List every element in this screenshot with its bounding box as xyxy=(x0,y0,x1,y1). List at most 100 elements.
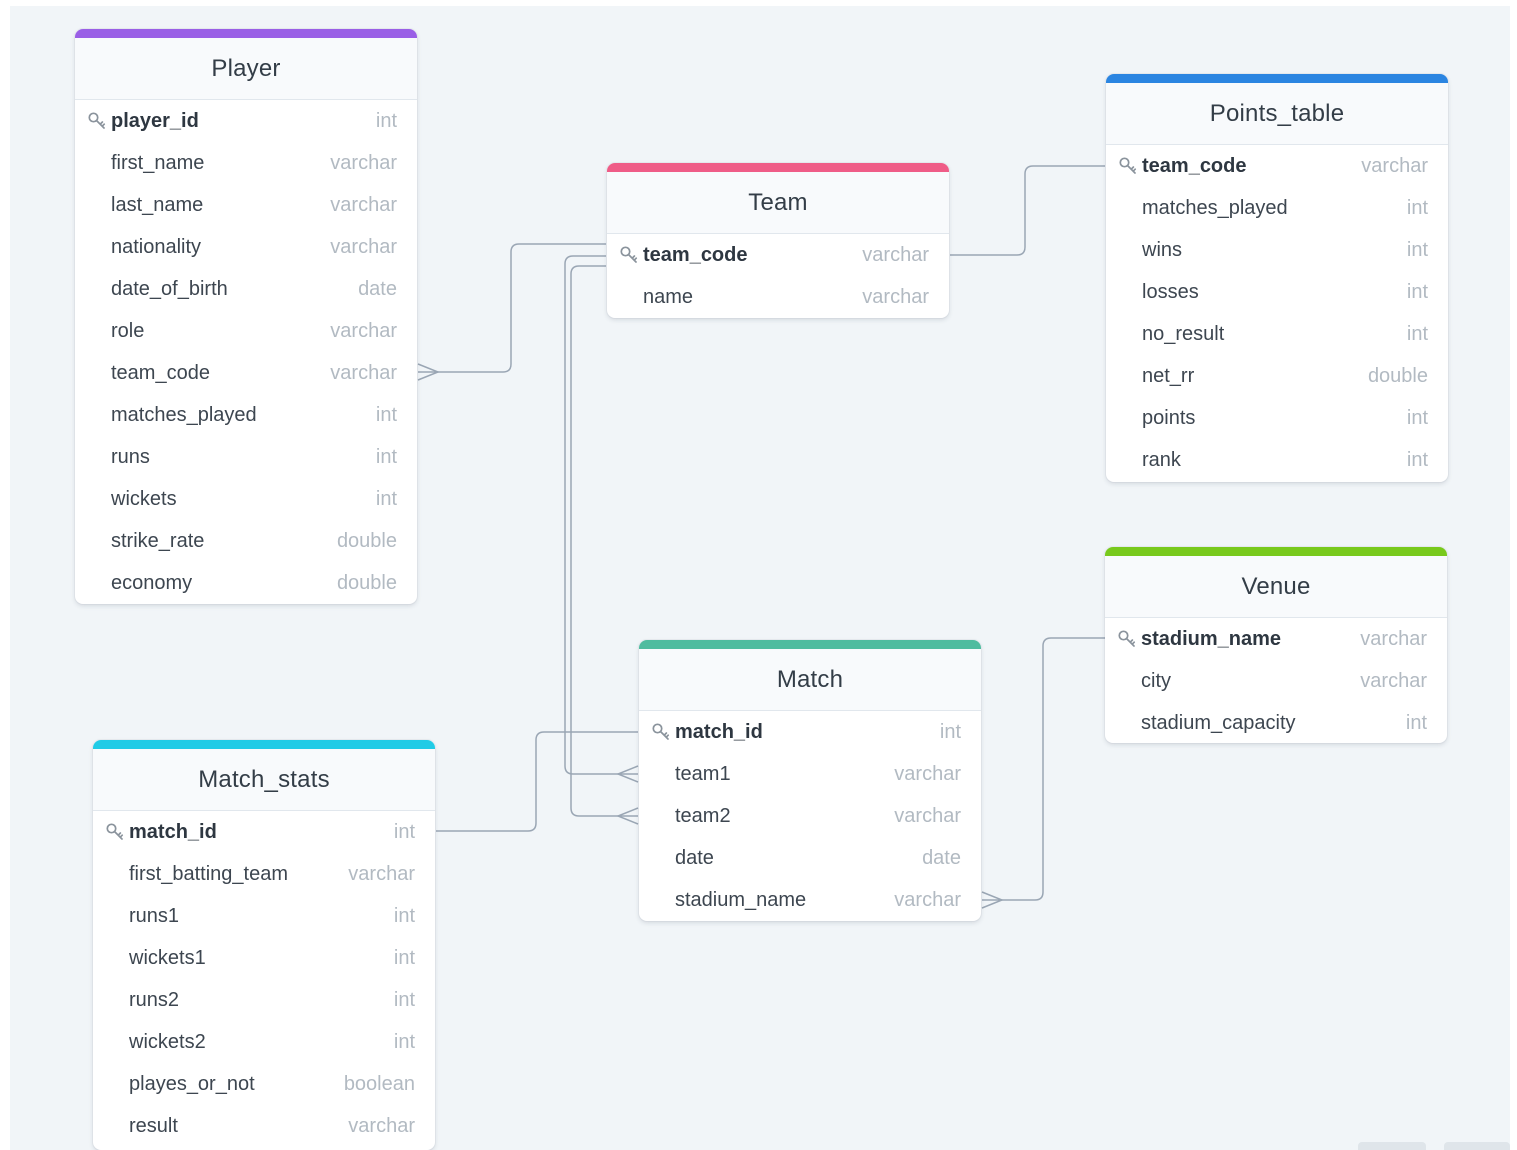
field-type: int xyxy=(393,947,415,969)
field-type: int xyxy=(375,488,397,510)
field-row-date-of-birth[interactable]: date_of_birth date xyxy=(75,268,417,310)
table-color-bar xyxy=(93,740,435,749)
field-row-runs1[interactable]: runs1 int xyxy=(93,895,435,937)
table-title[interactable]: Player xyxy=(75,38,417,100)
field-row-stadium-name[interactable]: stadium_name varchar xyxy=(1105,618,1447,660)
field-row-name[interactable]: name varchar xyxy=(607,276,949,318)
field-type: int xyxy=(375,446,397,468)
field-name: net_rr xyxy=(1142,365,1195,387)
field-type: int xyxy=(375,404,397,426)
field-type: varchar xyxy=(330,320,397,342)
field-row-result[interactable]: result varchar xyxy=(93,1105,435,1147)
field-name: losses xyxy=(1142,281,1199,303)
field-row-wickets[interactable]: wickets int xyxy=(75,478,417,520)
field-row-team-code[interactable]: team_code varchar xyxy=(75,352,417,394)
field-type: varchar xyxy=(330,362,397,384)
field-name: date_of_birth xyxy=(111,278,228,300)
field-row-stadium-capacity[interactable]: stadium_capacity int xyxy=(1105,702,1447,743)
field-list: match_id int team1 varchar team2 varchar date d… xyxy=(639,711,981,921)
table-title[interactable]: Team xyxy=(607,172,949,234)
canvas-control-tab[interactable] xyxy=(1358,1142,1426,1150)
field-row-first-name[interactable]: first_name varchar xyxy=(75,142,417,184)
field-row-rank[interactable]: rank int xyxy=(1106,439,1448,481)
field-row-stadium-name[interactable]: stadium_name varchar xyxy=(639,879,981,921)
field-row-team-code[interactable]: team_code varchar xyxy=(607,234,949,276)
table-title[interactable]: Venue xyxy=(1105,556,1447,618)
field-row-net-rr[interactable]: net_rr double xyxy=(1106,355,1448,397)
field-name: match_id xyxy=(675,721,763,743)
table-title[interactable]: Points_table xyxy=(1106,83,1448,145)
field-row-wins[interactable]: wins int xyxy=(1106,229,1448,271)
field-row-no-result[interactable]: no_result int xyxy=(1106,313,1448,355)
field-name: stadium_name xyxy=(1141,628,1282,650)
table-team[interactable]: Team team_code varchar name varchar xyxy=(607,163,949,318)
field-type: varchar xyxy=(894,889,961,911)
table-color-bar xyxy=(607,163,949,172)
field-name: nationality xyxy=(111,236,202,258)
field-list: match_id int first_batting_team varchar runs… xyxy=(93,811,435,1147)
field-row-wickets1[interactable]: wickets1 int xyxy=(93,937,435,979)
relation-match-team1[interactable] xyxy=(564,255,638,775)
field-type: varchar xyxy=(330,236,397,258)
field-row-wickets2[interactable]: wickets2 int xyxy=(93,1021,435,1063)
field-type: int xyxy=(393,821,415,843)
relation-match-venue[interactable] xyxy=(982,637,1105,901)
field-row-economy[interactable]: economy double xyxy=(75,562,417,604)
field-row-runs[interactable]: runs int xyxy=(75,436,417,478)
key-icon xyxy=(1118,156,1138,176)
canvas-control-tab[interactable] xyxy=(1444,1142,1510,1150)
field-type: varchar xyxy=(894,763,961,785)
table-title[interactable]: Match xyxy=(639,649,981,711)
field-type: int xyxy=(1406,449,1428,471)
field-name: first_batting_team xyxy=(129,863,288,885)
field-name: name xyxy=(643,286,694,308)
table-title[interactable]: Match_stats xyxy=(93,749,435,811)
table-venue[interactable]: Venue stadium_name varchar city varchar stad… xyxy=(1105,547,1447,743)
field-name: stadium_name xyxy=(675,889,807,911)
field-name: wickets1 xyxy=(129,947,206,969)
field-row-city[interactable]: city varchar xyxy=(1105,660,1447,702)
field-type: date xyxy=(358,278,397,300)
field-row-losses[interactable]: losses int xyxy=(1106,271,1448,313)
relation-match-team2[interactable] xyxy=(570,265,638,817)
field-row-strike-rate[interactable]: strike_rate double xyxy=(75,520,417,562)
field-name: team_code xyxy=(111,362,210,384)
field-name: team1 xyxy=(675,763,731,785)
field-row-matches-played[interactable]: matches_played int xyxy=(1106,187,1448,229)
field-row-playes-or-not[interactable]: playes_or_not boolean xyxy=(93,1063,435,1105)
field-name: wickets xyxy=(111,488,177,510)
key-icon xyxy=(1117,629,1137,649)
field-row-runs2[interactable]: runs2 int xyxy=(93,979,435,1021)
field-type: int xyxy=(393,1031,415,1053)
table-player[interactable]: Player player_id int first_name varchar last… xyxy=(75,29,417,604)
field-row-last-name[interactable]: last_name varchar xyxy=(75,184,417,226)
field-row-team1[interactable]: team1 varchar xyxy=(639,753,981,795)
relation-player-team[interactable] xyxy=(418,243,606,373)
field-list: team_code varchar matches_played int wins int… xyxy=(1106,145,1448,481)
field-row-role[interactable]: role varchar xyxy=(75,310,417,352)
field-row-team2[interactable]: team2 varchar xyxy=(639,795,981,837)
table-match-stats[interactable]: Match_stats match_id int first_batting_tea… xyxy=(93,740,435,1150)
field-name: stadium_capacity xyxy=(1141,712,1296,734)
field-row-date[interactable]: date date xyxy=(639,837,981,879)
field-row-points[interactable]: points int xyxy=(1106,397,1448,439)
field-type: int xyxy=(1406,407,1428,429)
field-type: double xyxy=(336,530,397,552)
field-list: player_id int first_name varchar last_name va… xyxy=(75,100,417,604)
field-row-match-id[interactable]: match_id int xyxy=(639,711,981,753)
field-row-first-batting-team[interactable]: first_batting_team varchar xyxy=(93,853,435,895)
field-name: points xyxy=(1142,407,1196,429)
field-row-team-code[interactable]: team_code varchar xyxy=(1106,145,1448,187)
key-icon xyxy=(619,245,639,265)
table-match[interactable]: Match match_id int team1 varchar team2 varcha… xyxy=(639,640,981,921)
relation-team-points[interactable] xyxy=(950,165,1105,256)
field-row-player-id[interactable]: player_id int xyxy=(75,100,417,142)
field-type: varchar xyxy=(1361,155,1428,177)
field-name: team_code xyxy=(643,244,748,266)
table-points-table[interactable]: Points_table team_code varchar matches_pla… xyxy=(1106,74,1448,482)
field-row-nationality[interactable]: nationality varchar xyxy=(75,226,417,268)
field-row-matches-played[interactable]: matches_played int xyxy=(75,394,417,436)
field-name: strike_rate xyxy=(111,530,205,552)
table-color-bar xyxy=(1106,74,1448,83)
field-row-match-id[interactable]: match_id int xyxy=(93,811,435,853)
